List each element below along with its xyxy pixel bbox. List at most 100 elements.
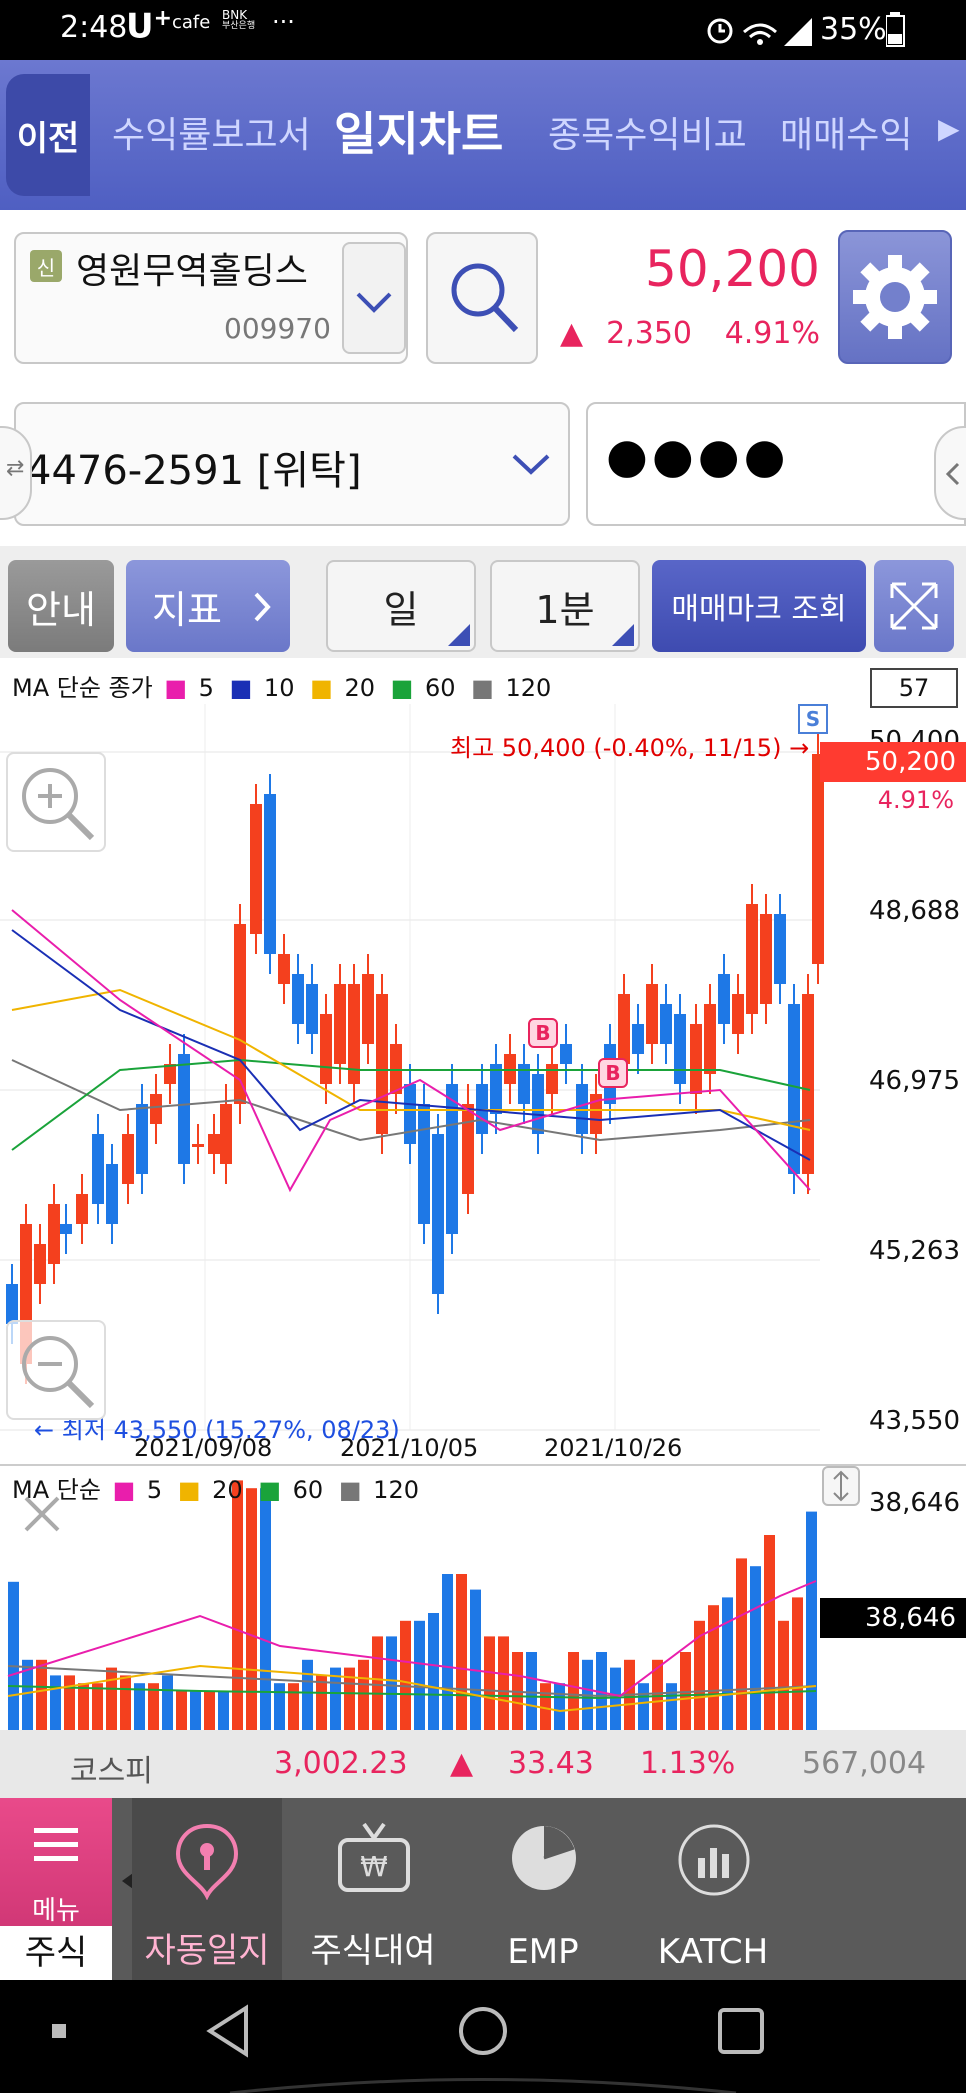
tab-scroll-right-icon[interactable]: ▶ — [938, 112, 960, 145]
candle — [746, 904, 758, 1014]
volume-bar — [8, 1581, 19, 1730]
search-button[interactable] — [426, 232, 538, 364]
volume-bar — [806, 1511, 817, 1730]
sell-marker[interactable]: S — [798, 704, 828, 734]
menu-stock-lending[interactable]: ₩ 주식대여 — [298, 1798, 448, 1980]
candle — [122, 1134, 134, 1184]
candle — [432, 1134, 444, 1294]
current-price-tag: 50,200 — [820, 742, 966, 782]
y-label-4: 45,263 — [869, 1236, 960, 1266]
candle — [320, 1014, 332, 1084]
tab-stock-compare[interactable]: 종목수익비교 — [548, 106, 747, 158]
menu-auto-journal[interactable]: 자동일지 — [132, 1798, 282, 1980]
volume-bar — [92, 1683, 103, 1730]
index-value: 3,002.23 — [274, 1746, 408, 1781]
journal-pin-icon — [175, 1823, 239, 1900]
volume-bar — [176, 1691, 187, 1730]
stock-code: 009970 — [224, 312, 331, 345]
swap-icon: ⇄ — [6, 456, 25, 481]
candle — [150, 1094, 162, 1124]
volume-bar — [204, 1691, 215, 1730]
x-label-2: 2021/10/05 — [340, 1434, 479, 1462]
candle — [192, 1144, 204, 1147]
fullscreen-button[interactable] — [874, 560, 954, 652]
menu-category: 주식 — [0, 1926, 112, 1980]
up-arrow-icon: ▲ — [560, 316, 584, 351]
candle-count-box[interactable]: 57 — [870, 668, 958, 708]
settings-button[interactable] — [838, 230, 952, 364]
zoom-out-button[interactable] — [6, 1320, 106, 1420]
menu-emp[interactable]: EMP — [468, 1798, 618, 1980]
volume-bar — [414, 1620, 425, 1730]
volume-bar — [568, 1652, 579, 1730]
guide-button[interactable]: 안내 — [8, 560, 114, 652]
legend-ma60: ■ 60 — [390, 674, 456, 702]
volume-bar — [316, 1675, 327, 1730]
right-drawer-handle[interactable] — [934, 426, 966, 520]
chevron-left-icon — [945, 462, 960, 486]
volume-bar — [442, 1574, 453, 1730]
stock-selector[interactable]: 신 영원무역홀딩스 009970 — [14, 232, 408, 364]
zoom-in-icon — [22, 768, 95, 841]
bnk-logo: BNK 부산은행 — [222, 8, 256, 31]
left-drawer-handle[interactable]: ⇄ — [0, 426, 32, 520]
menu-button[interactable]: 메뉴 주식 — [0, 1798, 112, 1980]
status-icons — [707, 18, 812, 46]
market-index-bar[interactable]: 코스피 3,002.23 ▲ 33.43 1.13% 567,004 — [0, 1730, 966, 1798]
index-change-pct: 1.13% — [640, 1746, 736, 1781]
zoom-in-button[interactable] — [6, 752, 106, 852]
tv-won-icon: ₩ — [338, 1822, 410, 1892]
indicator-button[interactable]: 지표 — [126, 560, 290, 652]
period-label: 일 — [383, 587, 419, 632]
candle — [334, 984, 346, 1064]
home-nav-icon — [459, 2007, 507, 2055]
menu-katch[interactable]: KATCH — [638, 1798, 788, 1980]
volume-bar — [372, 1636, 383, 1730]
close-icon — [24, 1496, 60, 1532]
volume-bar — [288, 1683, 299, 1730]
candle — [718, 974, 730, 1024]
volume-bar — [638, 1683, 649, 1730]
candle — [462, 1104, 474, 1194]
candle — [418, 1104, 430, 1224]
candle — [92, 1134, 104, 1204]
candle — [250, 804, 262, 934]
password-field[interactable]: ●●●● — [586, 402, 966, 526]
y-label-2: 48,688 — [869, 896, 960, 926]
volume-chart[interactable]: MA 단순 ■ 5 ■ 20 ■ 60 ■ 120 38,646 38,646 — [0, 1466, 966, 1730]
buy-marker[interactable]: B — [528, 1018, 558, 1048]
resize-handle[interactable] — [822, 1466, 860, 1506]
volume-bar — [554, 1683, 565, 1730]
back-button[interactable]: 이전 — [6, 74, 90, 196]
tab-return-report[interactable]: 수익률보고서 — [112, 106, 311, 158]
bottom-menu: 메뉴 주식 자동일지 ₩ 주식대여 EMP KATCH — [0, 1798, 966, 1980]
interval-select[interactable]: 1분 — [490, 560, 640, 652]
chevron-right-icon — [254, 592, 271, 622]
volume-bar — [792, 1597, 803, 1730]
candle — [292, 974, 304, 1024]
tab-daily-chart[interactable]: 일지차트 — [334, 98, 503, 164]
more-notifications-icon: ··· — [272, 8, 295, 36]
pie-chart-icon — [512, 1826, 576, 1890]
signal-icon — [784, 18, 812, 46]
close-volume-button[interactable] — [6, 1484, 76, 1550]
vlegend-ma20: ■ 20 — [177, 1476, 243, 1504]
candle — [220, 1104, 232, 1164]
period-select[interactable]: 일 — [326, 560, 476, 652]
volume-bar — [78, 1683, 89, 1730]
tab-trade-profit[interactable]: 매매수익 — [780, 106, 912, 158]
indicator-label: 지표 — [152, 587, 222, 632]
volume-bar — [50, 1675, 61, 1730]
legend-ma20: ■ 20 — [310, 674, 375, 702]
menu-katch-label: KATCH — [657, 1932, 769, 1972]
account-selector[interactable]: 4476-2591 [위탁] — [14, 402, 570, 526]
vlegend-ma5: ■ 5 — [112, 1476, 163, 1504]
zoom-out-icon — [22, 1336, 95, 1409]
stock-dropdown-button[interactable] — [342, 242, 406, 354]
candle — [404, 1084, 416, 1144]
volume-bar — [666, 1683, 677, 1730]
price-chart[interactable]: MA 단순 종가 ■ 5 ■ 10 ■ 20 ■ 60 ■ 120 57 50,… — [0, 664, 966, 1464]
trade-mark-button[interactable]: 매매마크 조회 — [652, 560, 866, 652]
candle — [802, 994, 814, 1174]
buy-marker[interactable]: B — [598, 1058, 628, 1088]
